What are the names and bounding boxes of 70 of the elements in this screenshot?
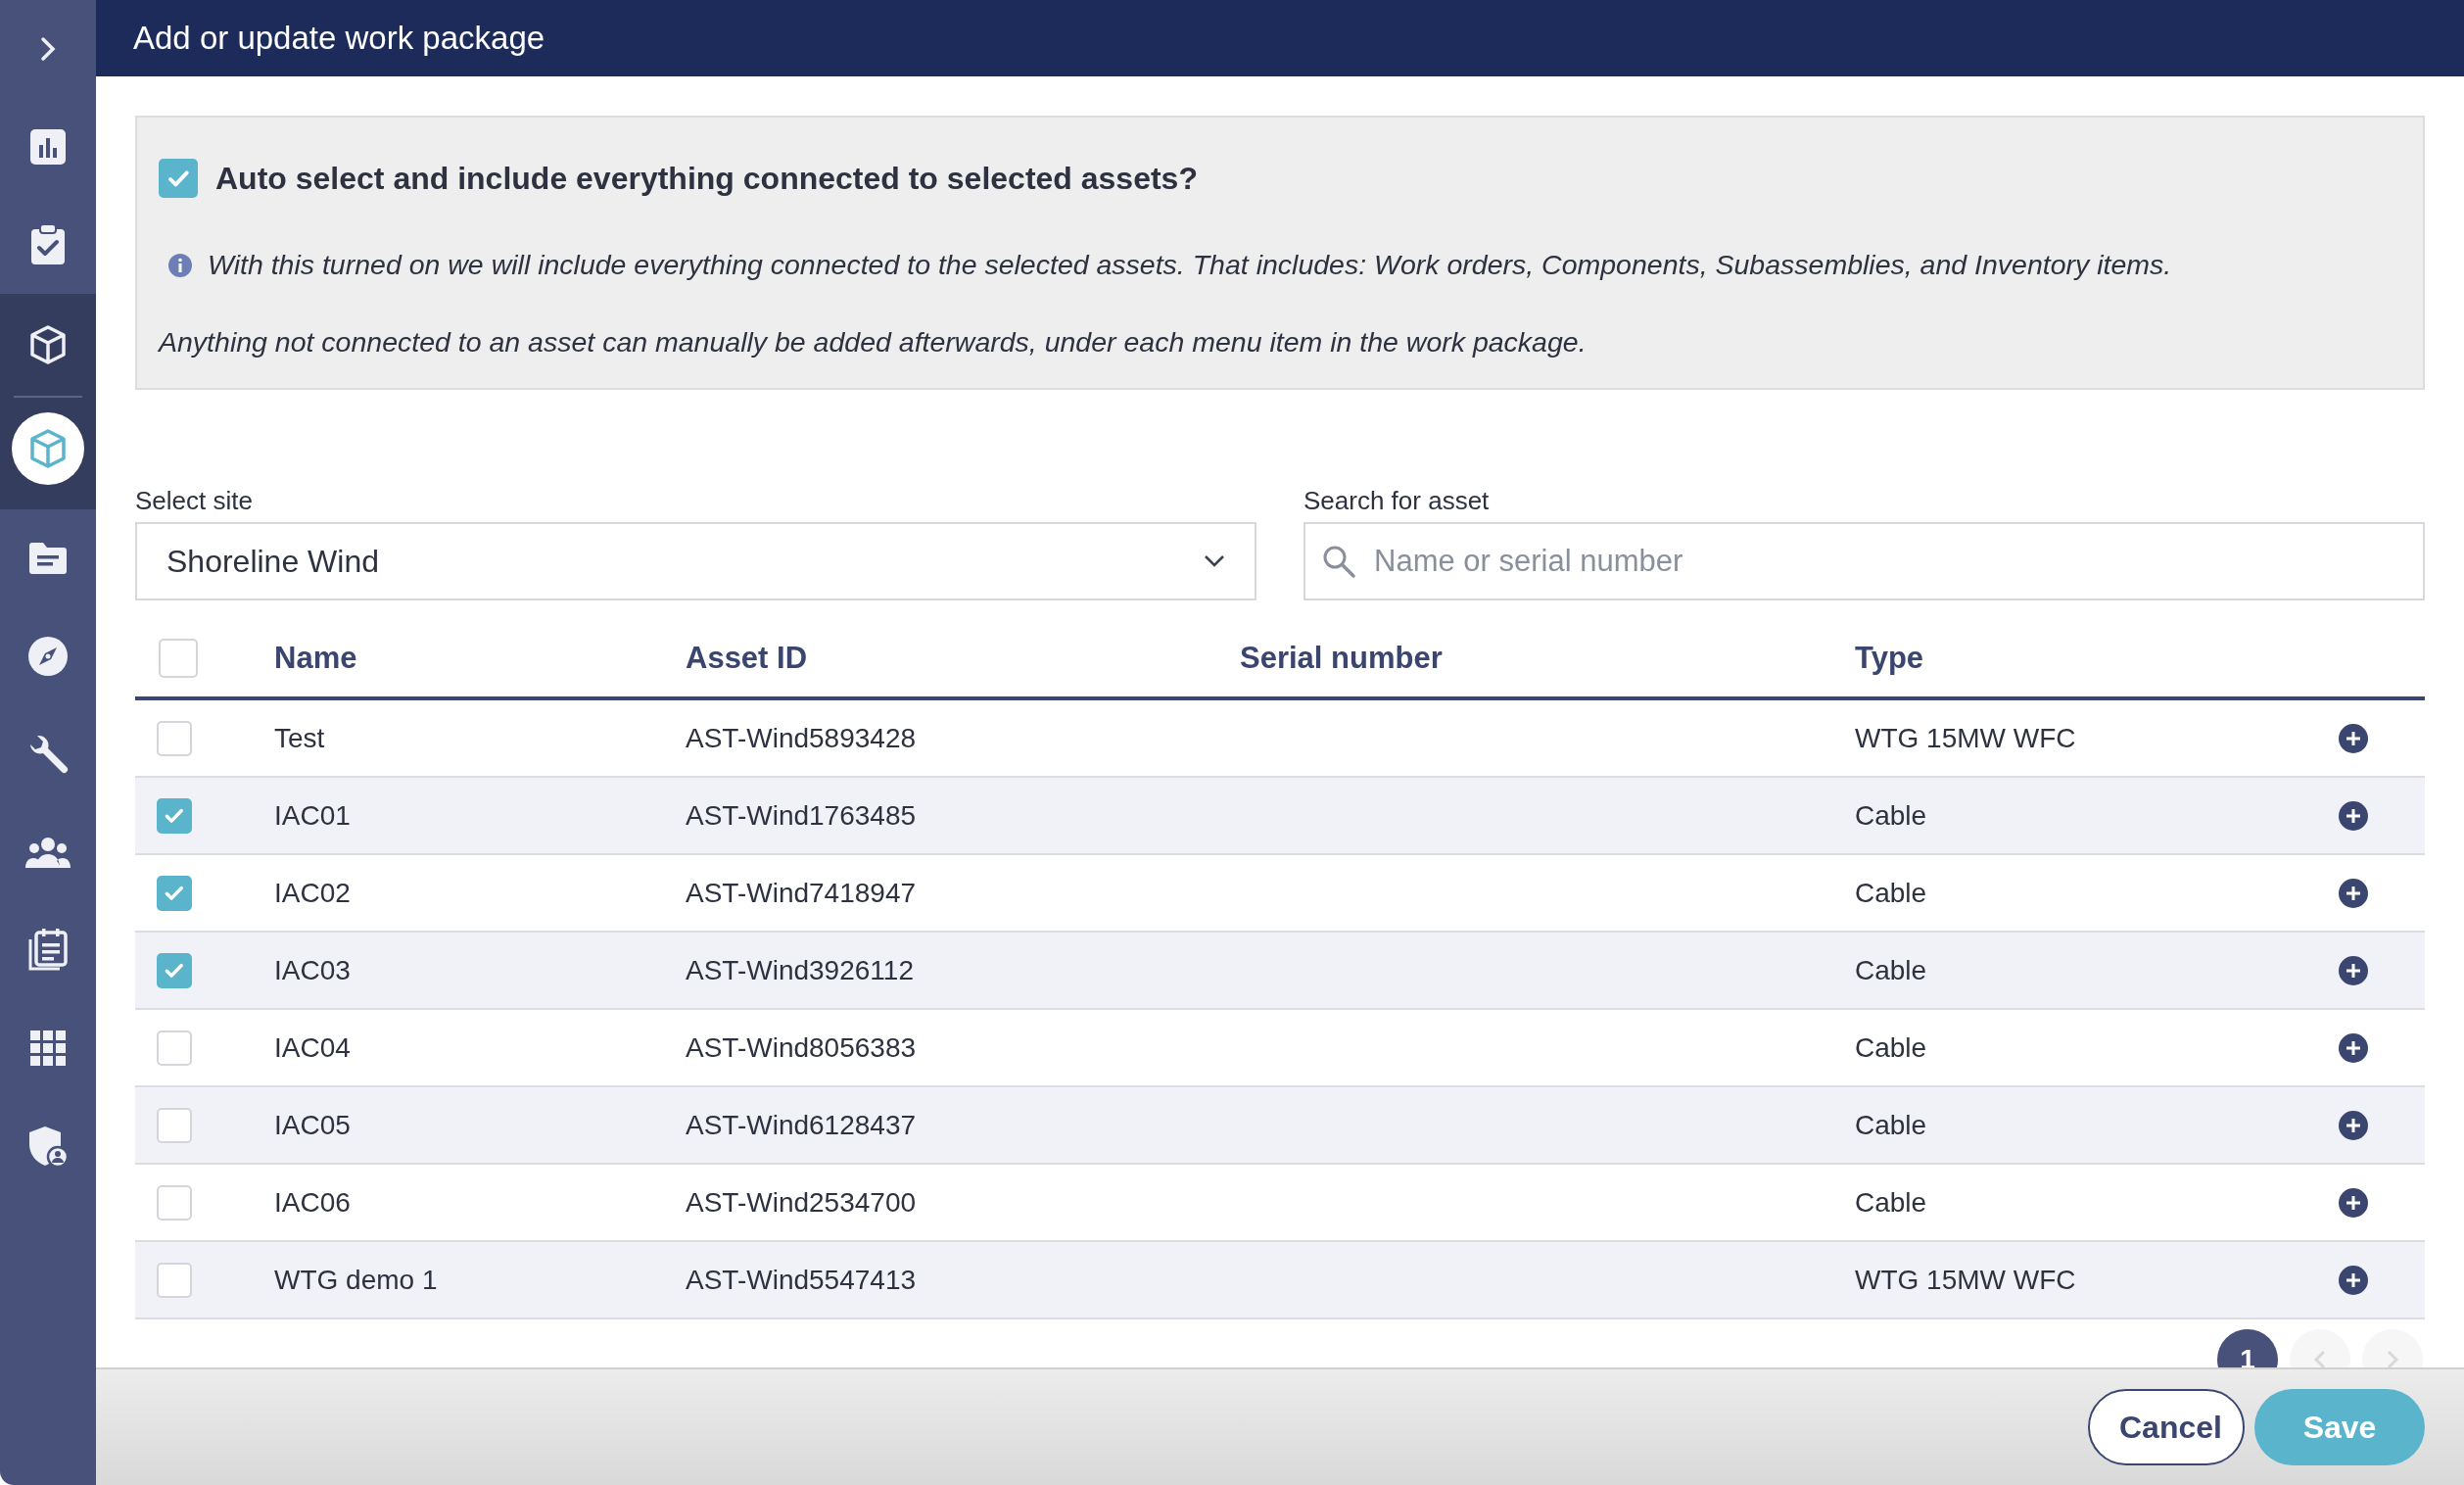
add-icon[interactable] [2339, 800, 2368, 831]
shield-user-icon[interactable] [27, 1125, 69, 1168]
column-header[interactable]: Serial number [1189, 641, 1804, 676]
checkbox[interactable] [157, 1184, 192, 1221]
table-cell-text: AST-Wind5893428 [685, 722, 918, 754]
clipboard-check-icon[interactable] [28, 223, 68, 266]
add-icon[interactable] [2339, 723, 2368, 753]
calendar-list-icon[interactable] [27, 928, 69, 973]
add-icon[interactable] [2339, 1110, 2368, 1140]
table-cell-text: IAC05 [273, 1109, 352, 1141]
table-cell-text: Cable [1854, 1031, 1928, 1064]
table-row[interactable]: WTG demo 1 AST-Wind5547413 WTG 15MW WFC [135, 1242, 2425, 1319]
people-icon[interactable] [24, 835, 71, 870]
table-cell-text: WTG 15MW WFC [1854, 722, 2077, 754]
checkbox[interactable] [157, 952, 192, 988]
table-row[interactable]: IAC03 AST-Wind3926112 Cable [135, 933, 2425, 1010]
table-cell-text: Cable [1854, 799, 1928, 832]
column-header[interactable]: Type [1804, 641, 2339, 676]
window-title: Add or update work package [96, 0, 2464, 76]
checkbox[interactable] [157, 720, 192, 756]
add-icon[interactable] [2339, 878, 2368, 908]
column-header[interactable]: Asset ID [635, 641, 1189, 676]
info-icon [168, 253, 192, 277]
add-icon[interactable] [2339, 955, 2368, 985]
chevron-down-icon [1204, 554, 1225, 568]
checkbox[interactable] [157, 797, 192, 834]
table-row[interactable]: IAC05 AST-Wind6128437 Cable [135, 1087, 2425, 1165]
cancel-button[interactable]: Cancel [2088, 1389, 2245, 1465]
table-cell-text: AST-Wind2534700 [685, 1186, 918, 1219]
table-cell-text: Cable [1854, 1109, 1928, 1141]
note-text: Anything not connected to an asset can manually be added afterwards, under each menu item in the work package. [159, 326, 1587, 359]
table-cell-text: IAC04 [273, 1031, 352, 1064]
table-cell-text: WTG 15MW WFC [1854, 1264, 2077, 1296]
field-label: Search for asset [1303, 486, 1491, 516]
table-cell-text: AST-Wind8056383 [685, 1031, 918, 1064]
cube-icon[interactable] [28, 324, 68, 365]
bar-chart-icon[interactable] [28, 127, 68, 167]
checkbox[interactable] [157, 1107, 192, 1143]
folder-icon[interactable] [27, 541, 69, 576]
table-cell-text: Cable [1854, 954, 1928, 986]
column-header[interactable]: Name [223, 641, 635, 676]
table-row[interactable]: IAC01 AST-Wind1763485 Cable [135, 778, 2425, 855]
table-cell-text: Cable [1854, 1186, 1928, 1219]
add-icon[interactable] [2339, 1032, 2368, 1063]
table-cell-text: AST-Wind6128437 [685, 1109, 918, 1141]
field-label: Select site [135, 486, 254, 516]
checkbox[interactable] [159, 639, 198, 678]
checkbox-label[interactable]: Auto select and include everything connected to selected assets? [215, 160, 1198, 197]
checkbox[interactable] [157, 1030, 192, 1066]
search-icon [1321, 544, 1356, 579]
table-cell-text: IAC06 [273, 1186, 352, 1219]
checkbox[interactable] [157, 875, 192, 911]
add-icon[interactable] [2339, 1265, 2368, 1295]
table-cell-text: AST-Wind1763485 [685, 799, 918, 832]
checkbox[interactable] [157, 1262, 192, 1298]
table-cell-text: AST-Wind5547413 [685, 1264, 918, 1296]
table-cell-text: AST-Wind3926112 [685, 954, 915, 986]
table-cell-text: IAC01 [273, 799, 352, 832]
table-cell-text: WTG demo 1 [273, 1264, 439, 1296]
checkbox[interactable] [159, 159, 198, 198]
compass-icon[interactable] [27, 636, 69, 677]
info-text: With this turned on we will include everything connected to the selected assets. That includes: Work orders, Components, Subassemblies, and Inventory items. [208, 249, 2172, 281]
table-cell-text: Test [273, 722, 326, 754]
table-cell-text: IAC02 [273, 877, 352, 909]
site-dropdown[interactable]: Shoreline Wind [135, 522, 1256, 600]
add-icon[interactable] [2339, 1187, 2368, 1218]
apps-grid-icon[interactable] [30, 1030, 66, 1066]
table-cell-text: IAC03 [273, 954, 352, 986]
table-cell-text: AST-Wind7418947 [685, 877, 918, 909]
table-cell-text: Cable [1854, 877, 1928, 909]
